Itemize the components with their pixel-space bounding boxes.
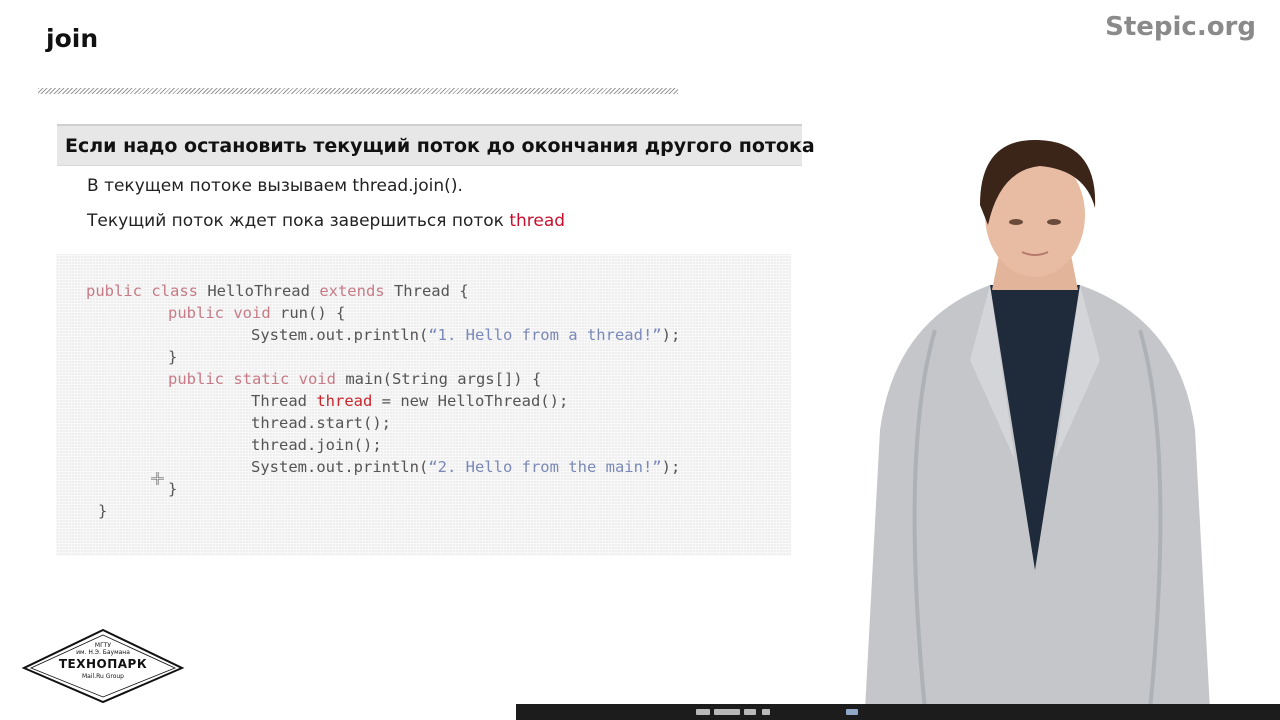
code-line-8: thread.join(); [251,436,382,454]
bullet-line-2: Текущий поток ждет пока завершиться пото… [87,211,565,231]
logo-line-2: им. Н.Э. Баумана [76,649,130,656]
slide-title: join [46,24,99,53]
code-keyword: public class [86,282,198,300]
code-text: ); [661,458,681,476]
title-divider [38,88,678,94]
code-line-4: } [168,348,178,366]
code-line-7: thread.start(); [251,414,391,432]
logo-name: ТЕХНОПАРК [58,657,148,671]
code-line-11: } [98,502,108,520]
code-text: HelloThread [197,282,320,300]
code-block: public class HelloThread extends Thread … [56,254,791,556]
code-keyword: public void [168,304,271,322]
code-line-5: public static void main(String args[]) { [168,370,541,388]
code-text: System.out.println( [251,326,429,344]
desk-item [696,709,710,715]
section-heading: Если надо остановить текущий поток до ок… [57,124,815,166]
code-text: run() { [270,304,346,322]
code-keyword: extends [319,282,385,300]
desk-item [714,709,740,715]
code-variable: thread [316,392,373,410]
desk-item [744,709,756,715]
code-line-10: } [168,480,178,498]
code-text: System.out.println( [251,458,429,476]
bullet-line-2-text: Текущий поток ждет пока завершиться пото… [87,211,510,231]
code-line-6: Thread thread = new HelloThread(); [251,392,568,410]
code-text: ); [661,326,681,344]
code-text: main(String args[]) { [335,370,542,388]
move-cursor-icon [151,472,164,485]
code-line-1: public class HelloThread extends Thread … [86,282,469,300]
bullet-line-2-highlight: thread [509,211,566,231]
code-keyword: public static void [168,370,336,388]
code-line-3: System.out.println(“1. Hello from a thre… [251,326,680,344]
code-text: = new HelloThread(); [372,392,569,410]
logo-line-3: Mail.Ru Group [82,673,124,680]
code-text: Thread [251,392,317,410]
desk-item [762,709,770,715]
code-line-9: System.out.println(“2. Hello from the ma… [251,458,680,476]
brand-logo-text: Stepic.org [1105,12,1256,42]
logo-line-1: МГТУ [94,642,112,649]
code-string: “2. Hello from the main!” [428,458,662,476]
bullet-line-1: В текущем потоке вызываем thread.join(). [87,176,463,196]
presenter-desk [516,704,1280,720]
desk-item [846,709,858,715]
code-string: “1. Hello from a thread!” [428,326,662,344]
code-text: Thread { [384,282,469,300]
code-line-2: public void run() { [168,304,345,322]
presenter-image [865,139,1210,710]
technopark-logo: МГТУ им. Н.Э. Баумана ТЕХНОПАРК Mail.Ru … [20,628,186,704]
